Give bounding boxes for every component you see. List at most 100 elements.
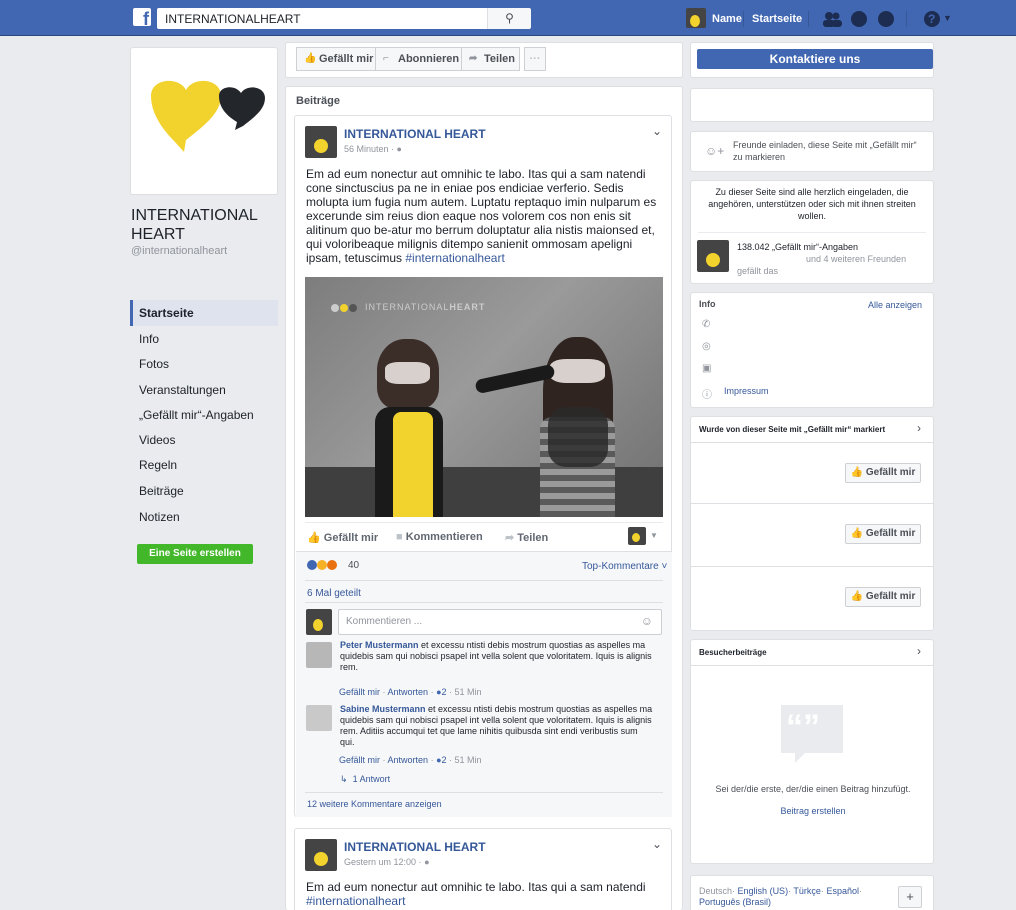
comment-like-count[interactable]: 2 — [442, 755, 447, 765]
post-like-label: Gefällt mir — [323, 532, 379, 544]
share-arrow-icon: ➦ — [505, 532, 515, 544]
thumbs-up-icon: 👍 — [307, 532, 321, 544]
language-portuguese[interactable]: Português (Brasil) — [699, 897, 771, 907]
post-author-avatar[interactable] — [305, 126, 337, 158]
comment-time[interactable]: · 51 Min — [449, 687, 482, 697]
language-spanish[interactable]: Español — [826, 886, 859, 896]
comment-like-link[interactable]: Gefällt mir — [339, 687, 380, 697]
impressum-link[interactable]: Impressum — [724, 386, 769, 396]
post-author-avatar[interactable] — [305, 839, 337, 871]
sidebar-item-notes[interactable]: Notizen — [130, 504, 278, 530]
like-button-label: Gefällt mir — [865, 528, 916, 539]
facebook-logo[interactable]: f — [133, 8, 151, 26]
post-author-name[interactable]: INTERNATIONAL HEART — [344, 840, 486, 854]
info-see-all-link[interactable]: Alle anzeigen — [868, 300, 922, 310]
page-title: INTERNATIONAL HEART — [131, 206, 258, 244]
likes-friends-suffix: gefällt das — [737, 266, 779, 276]
sidebar-item-photos[interactable]: Fotos — [130, 351, 278, 377]
post-comment-button[interactable]: ■ Kommentieren — [396, 531, 483, 543]
post-options-chevron-icon[interactable]: ⌄ — [652, 124, 662, 138]
comment-author-name[interactable]: Sabine Mustermann — [340, 704, 426, 714]
comment-author-avatar[interactable] — [306, 705, 332, 731]
reply-arrow-icon: ↳ — [340, 774, 348, 784]
search-input[interactable] — [157, 8, 517, 29]
help-icon[interactable]: ? — [924, 11, 940, 27]
share-page-button[interactable]: ➦ Teilen — [461, 47, 520, 71]
nav-divider — [808, 11, 809, 27]
search-button[interactable]: ⚲ — [487, 8, 531, 29]
page-profile-picture[interactable] — [130, 47, 278, 195]
sidebar-item-events[interactable]: Veranstaltungen — [130, 377, 278, 403]
contact-us-button[interactable]: Kontaktiere uns — [697, 49, 933, 69]
add-language-button[interactable]: + — [898, 886, 922, 908]
likes-avatar[interactable] — [697, 240, 729, 272]
comment-icon: ■ — [396, 531, 403, 543]
friend-requests-icon[interactable] — [822, 11, 842, 27]
comment-author-avatar[interactable] — [306, 642, 332, 668]
like-page-label: Gefällt mir — [319, 53, 374, 65]
user-avatar[interactable] — [686, 8, 706, 28]
post-timestamp[interactable]: 56 Minuten · ● — [344, 144, 402, 154]
comment-time[interactable]: · 51 Min — [449, 755, 482, 765]
sidebar-item-videos[interactable]: Videos — [130, 427, 278, 453]
sidebar-item-home[interactable]: Startseite — [130, 300, 278, 326]
like-page-button[interactable]: 👍 Gefällt mir — [296, 47, 376, 71]
post-hashtag-link[interactable]: #internationalheart — [405, 251, 504, 265]
likes-count[interactable]: 138.042 „Gefällt mir“-Angaben — [737, 242, 858, 252]
likes-friends[interactable]: und 4 weiteren Freunden — [806, 254, 906, 264]
liked-page-like-button[interactable]: 👍 Gefällt mir — [845, 587, 921, 607]
post-hashtag-link[interactable]: #internationalheart — [306, 894, 405, 908]
comment-like-link[interactable]: Gefällt mir — [339, 755, 380, 765]
create-page-button[interactable]: Eine Seite erstellen — [137, 544, 253, 564]
sidebar-item-posts[interactable]: Beiträge — [130, 478, 278, 504]
comment-reply-link[interactable]: Antworten — [388, 755, 429, 765]
sidebar-item-info[interactable]: Info — [130, 326, 278, 352]
messenger-icon[interactable] — [851, 11, 867, 27]
commenter-avatar — [306, 609, 332, 635]
top-comments-dropdown[interactable]: Top-Kommentare ˅ — [582, 561, 667, 572]
home-link[interactable]: Startseite — [752, 13, 802, 25]
create-visitor-post-link[interactable]: Beitrag erstellen — [699, 806, 927, 816]
comment-input[interactable]: Kommentieren ... ☺ — [338, 609, 662, 635]
emoji-icon[interactable]: ☺ — [641, 614, 653, 628]
follow-button[interactable]: ⌐ Abonnieren — [375, 47, 462, 71]
post-photo[interactable]: INTERNATIONALHEART — [305, 277, 663, 517]
comment-like-count[interactable]: 2 — [442, 687, 447, 697]
page-title-line1: INTERNATIONAL — [131, 207, 258, 224]
reactions-count[interactable]: 40 — [348, 560, 359, 571]
post-author-name[interactable]: INTERNATIONAL HEART — [344, 127, 486, 141]
welcome-text: Zu dieser Seite sind alle herzlich einge… — [708, 187, 916, 221]
chevron-right-icon[interactable]: › — [917, 421, 921, 435]
liked-pages-title[interactable]: Wurde von dieser Seite mit „Gefällt mir“… — [699, 425, 885, 434]
comment-reply-link[interactable]: Antworten — [388, 687, 429, 697]
divider — [305, 522, 663, 523]
notifications-globe-icon[interactable] — [878, 11, 894, 27]
divider — [690, 566, 934, 567]
chevron-right-icon[interactable]: › — [917, 644, 921, 658]
visitor-posts-title[interactable]: Besucherbeiträge — [699, 648, 767, 657]
post-share-button[interactable]: ➦ Teilen — [505, 531, 548, 544]
more-comments-link[interactable]: 12 weitere Kommentare anzeigen — [307, 799, 442, 809]
view-replies-link[interactable]: ↳ 1 Antwort — [340, 774, 390, 785]
sidebar-item-likes[interactable]: „Gefällt mir“-Angaben — [130, 402, 278, 428]
post-as-avatar[interactable] — [628, 527, 646, 545]
comment-body: Sabine Mustermann et excessu ntisti debi… — [340, 704, 654, 748]
more-options-button[interactable]: ··· — [524, 47, 546, 71]
user-name-link[interactable]: Name — [712, 13, 742, 25]
language-english[interactable]: English (US) — [738, 886, 789, 896]
sidebar-item-rules[interactable]: Regeln — [130, 452, 278, 478]
shares-count-link[interactable]: 6 Mal geteilt — [307, 588, 361, 599]
comment-author-name[interactable]: Peter Mustermann — [340, 640, 419, 650]
globe-icon: ● — [396, 144, 402, 154]
liked-page-like-button[interactable]: 👍 Gefällt mir — [845, 463, 921, 483]
post-like-button[interactable]: 👍 Gefällt mir — [307, 531, 378, 544]
account-menu-chevron-icon[interactable]: ▼ — [943, 13, 952, 23]
post-options-chevron-icon[interactable]: ⌄ — [652, 837, 662, 851]
reactions-icons[interactable] — [307, 559, 339, 574]
liked-page-like-button[interactable]: 👍 Gefällt mir — [845, 524, 921, 544]
thumbs-up-icon: 👍 — [850, 528, 864, 539]
post-as-chevron-icon[interactable]: ▼ — [650, 531, 658, 540]
post-timestamp[interactable]: Gestern um 12:00 · ● — [344, 857, 430, 867]
language-turkish[interactable]: Türkçe — [793, 886, 821, 896]
invite-friends-text[interactable]: Freunde einladen, diese Seite mit „Gefäl… — [733, 139, 928, 163]
